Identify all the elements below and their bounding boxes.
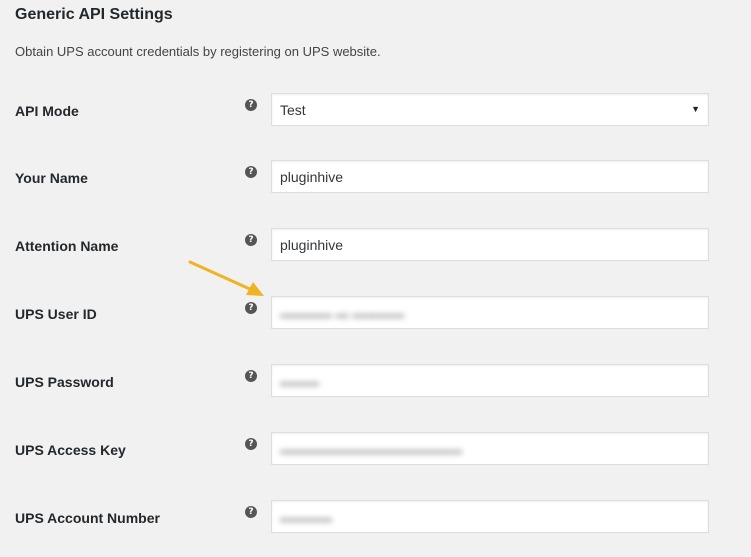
attention-name-label: Attention Name <box>15 238 119 254</box>
ups-access-key-row: UPS Access Key ? ▬▬▬▬▬▬▬▬▬▬▬▬▬▬ <box>0 432 751 468</box>
ups-password-row: UPS Password ? ▬▬▬ <box>0 364 751 400</box>
api-mode-row: API Mode ? Test ▼ <box>0 93 751 129</box>
help-icon[interactable]: ? <box>245 234 257 246</box>
help-icon[interactable]: ? <box>245 438 257 450</box>
dropdown-arrow-icon: ▼ <box>691 104 700 114</box>
settings-page: Generic API Settings Obtain UPS account … <box>0 0 751 557</box>
ups-user-id-input[interactable]: ▬▬▬▬ ▬ ▬▬▬▬ <box>271 296 709 329</box>
obscured-value: ▬▬▬▬ <box>280 510 332 525</box>
your-name-value: pluginhive <box>280 169 344 185</box>
ups-account-number-label: UPS Account Number <box>15 510 160 526</box>
api-mode-select[interactable]: Test ▼ <box>271 93 709 126</box>
ups-access-key-input[interactable]: ▬▬▬▬▬▬▬▬▬▬▬▬▬▬ <box>271 432 709 465</box>
your-name-label: Your Name <box>15 170 88 186</box>
section-title: Generic API Settings <box>15 6 173 23</box>
help-icon[interactable]: ? <box>245 370 257 382</box>
help-icon[interactable]: ? <box>245 302 257 314</box>
your-name-input[interactable]: pluginhive <box>271 160 709 193</box>
api-mode-selected-value: Test <box>280 102 306 118</box>
obscured-value: ▬▬▬▬ ▬ ▬▬▬▬ <box>280 306 405 321</box>
api-mode-label: API Mode <box>15 103 79 119</box>
help-icon[interactable]: ? <box>245 99 257 111</box>
ups-account-number-input[interactable]: ▬▬▬▬ <box>271 500 709 533</box>
ups-user-id-label: UPS User ID <box>15 306 97 322</box>
attention-name-value: pluginhive <box>280 237 344 253</box>
section-description: Obtain UPS account credentials by regist… <box>15 44 381 59</box>
help-icon[interactable]: ? <box>245 506 257 518</box>
attention-name-row: Attention Name ? pluginhive <box>0 228 751 264</box>
obscured-value: ▬▬▬ <box>280 374 319 389</box>
your-name-row: Your Name ? pluginhive <box>0 160 751 196</box>
obscured-value: ▬▬▬▬▬▬▬▬▬▬▬▬▬▬ <box>280 442 462 457</box>
annotation-arrow-icon <box>188 260 264 296</box>
attention-name-input[interactable]: pluginhive <box>271 228 709 261</box>
ups-account-number-row: UPS Account Number ? ▬▬▬▬ <box>0 500 751 536</box>
ups-password-input[interactable]: ▬▬▬ <box>271 364 709 397</box>
ups-user-id-row: UPS User ID ? ▬▬▬▬ ▬ ▬▬▬▬ <box>0 296 751 332</box>
ups-password-label: UPS Password <box>15 374 114 390</box>
help-icon[interactable]: ? <box>245 166 257 178</box>
ups-access-key-label: UPS Access Key <box>15 442 126 458</box>
